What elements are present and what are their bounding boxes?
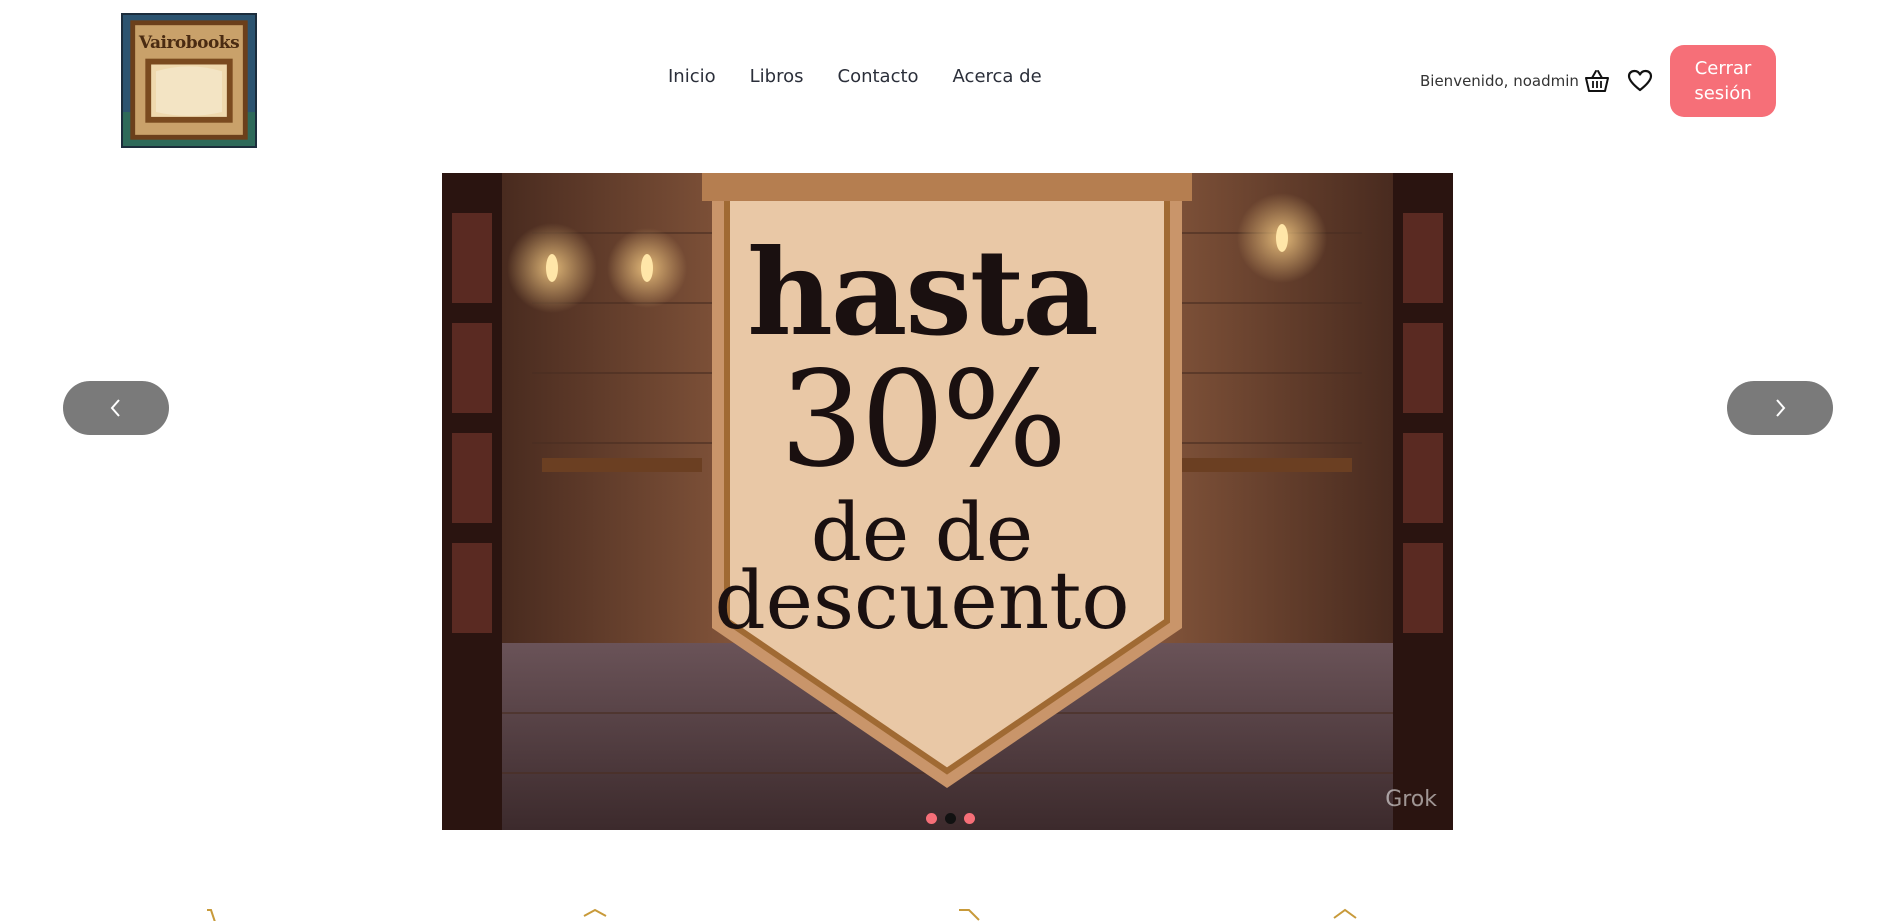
wishlist-button[interactable] <box>1625 66 1655 96</box>
feature-payment <box>1330 908 1360 921</box>
nav-item-inicio[interactable]: Inicio <box>668 66 716 87</box>
site-logo[interactable]: Vairobooks <box>121 13 257 148</box>
shield-icon <box>583 908 607 917</box>
house-icon <box>1333 908 1357 919</box>
carousel-indicators <box>926 813 975 824</box>
welcome-text: Bienvenido, noadmin <box>1420 72 1579 90</box>
promo-carousel: hasta 30% de de descuento Grok <box>442 173 1453 830</box>
watermark-text: Grok <box>1385 787 1437 812</box>
heart-icon <box>1627 69 1653 92</box>
carousel-dot-3[interactable] <box>964 813 975 824</box>
feature-quality <box>580 908 610 921</box>
nav-item-contacto[interactable]: Contacto <box>838 66 919 87</box>
carousel-dot-2[interactable] <box>945 813 956 824</box>
chevron-right-icon <box>1776 399 1786 417</box>
slide-line-4: descuento <box>714 554 1130 647</box>
cart-button[interactable] <box>1582 66 1612 96</box>
feature-shipping <box>205 908 235 921</box>
slide-line-2: 30% <box>779 343 1067 497</box>
logo-text: Vairobooks <box>138 33 240 53</box>
carousel-dot-1[interactable] <box>926 813 937 824</box>
main-nav: Inicio Libros Contacto Acerca de <box>668 66 1042 87</box>
nav-item-acerca-de[interactable]: Acerca de <box>953 66 1042 87</box>
site-header: Vairobooks Inicio Libros Contacto Acerca… <box>0 0 1892 160</box>
carousel-prev-button[interactable] <box>63 381 169 435</box>
slide-line-1: hasta <box>747 223 1099 362</box>
basket-icon <box>1585 70 1609 92</box>
tag-icon <box>959 909 980 921</box>
nav-item-libros[interactable]: Libros <box>750 66 804 87</box>
logout-button[interactable]: Cerrar sesión <box>1670 45 1776 117</box>
truck-icon <box>207 909 231 921</box>
feature-offers <box>955 908 985 921</box>
carousel-next-button[interactable] <box>1727 381 1833 435</box>
chevron-left-icon <box>110 399 120 417</box>
